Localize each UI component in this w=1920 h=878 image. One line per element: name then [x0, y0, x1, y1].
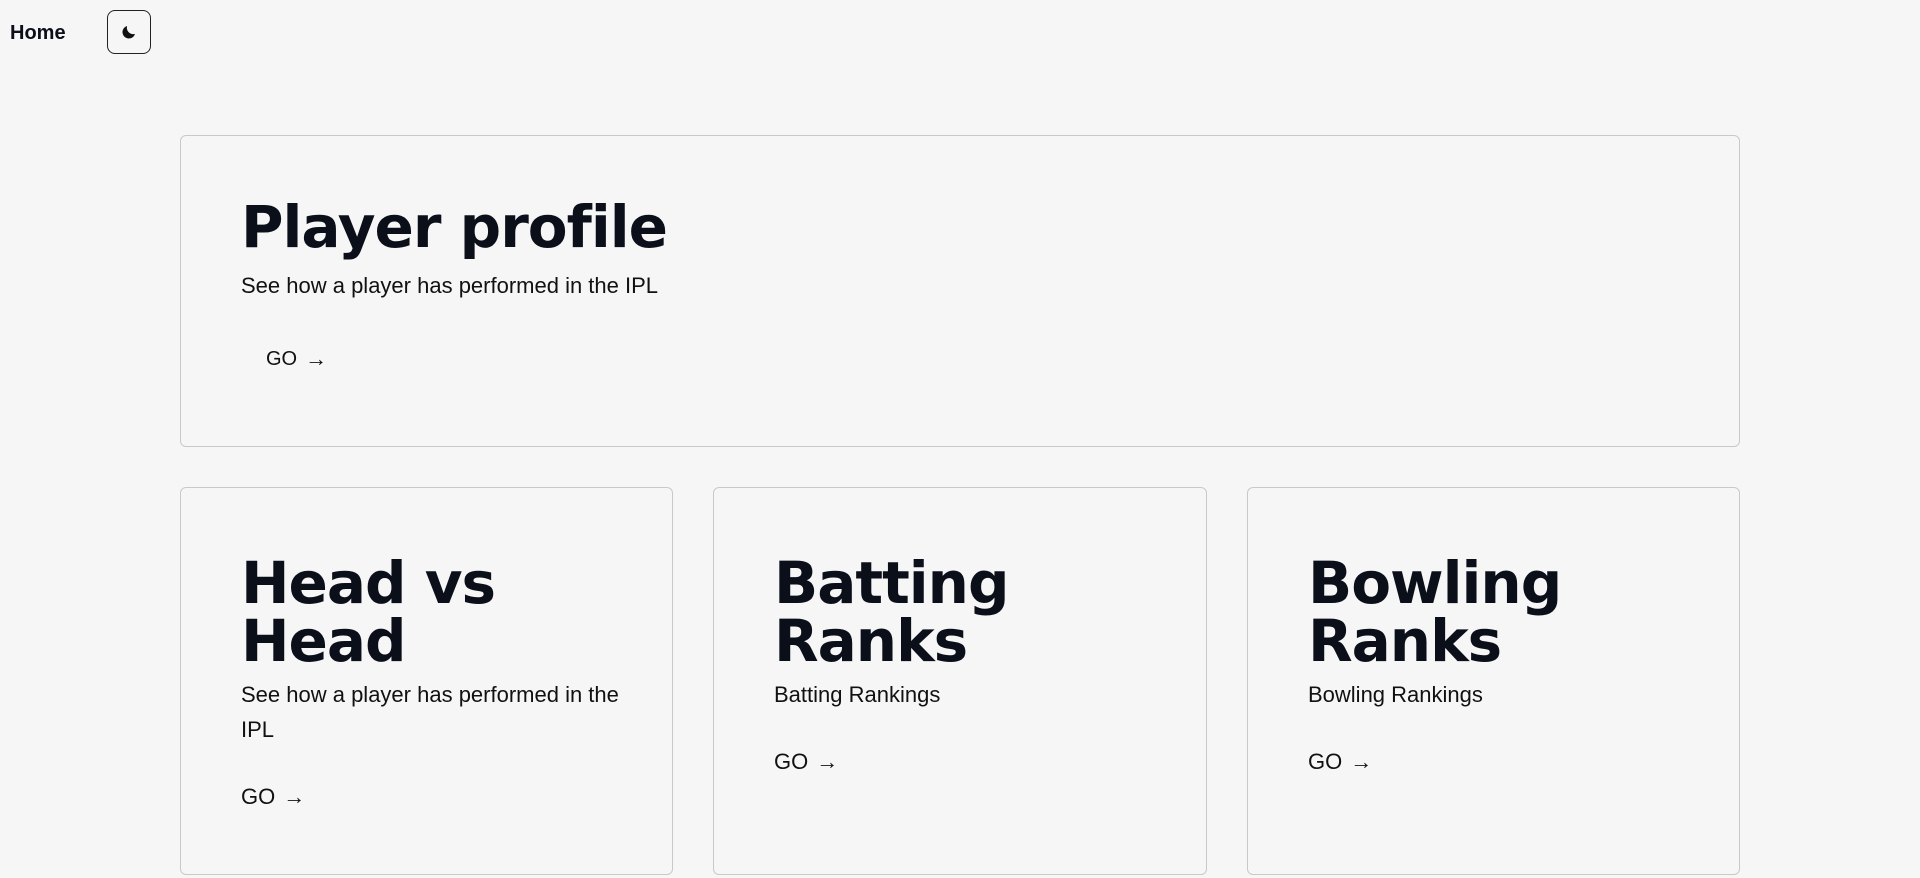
card-description: Bowling Rankings [1308, 682, 1483, 707]
moon-icon [122, 26, 135, 39]
arrow-right-icon: → [283, 784, 306, 809]
card-title: Head vs Head [241, 554, 496, 670]
card-title-line2: Ranks [774, 607, 968, 675]
player-profile-go-button[interactable]: GO → [266, 346, 327, 372]
card-description: Batting Rankings [774, 682, 941, 707]
go-label: GO [1308, 749, 1343, 774]
card-title: Batting Ranks [774, 554, 1009, 670]
batting-ranks-card: Batting Ranks Batting Rankings GO → [713, 487, 1207, 875]
card-title-line2: Head [241, 607, 407, 675]
player-profile-card: Player profile See how a player has perf… [180, 135, 1740, 447]
bowling-ranks-go-button[interactable]: GO → [1308, 749, 1372, 775]
go-label: GO [241, 784, 276, 809]
batting-ranks-go-button[interactable]: GO → [774, 749, 838, 775]
arrow-right-icon: → [816, 749, 839, 774]
home-link[interactable]: Home [10, 22, 66, 45]
arrow-right-icon: → [305, 346, 328, 371]
go-label: GO [266, 347, 298, 370]
card-description: See how a player has performed in the IP… [241, 273, 659, 298]
go-label: GO [774, 749, 809, 774]
card-description: See how a player has performed in the IP… [241, 682, 619, 742]
top-navbar: Home [0, 0, 1920, 66]
theme-toggle-button[interactable] [107, 10, 151, 54]
bowling-ranks-card: Bowling Ranks Bowling Rankings GO → [1247, 487, 1740, 875]
card-title: Player profile [241, 193, 668, 261]
card-title: Bowling Ranks [1308, 554, 1562, 670]
head-vs-head-card: Head vs Head See how a player has perfor… [180, 487, 673, 875]
head-vs-head-go-button[interactable]: GO → [241, 784, 305, 810]
arrow-right-icon: → [1350, 749, 1373, 774]
card-title-line2: Ranks [1308, 607, 1502, 675]
